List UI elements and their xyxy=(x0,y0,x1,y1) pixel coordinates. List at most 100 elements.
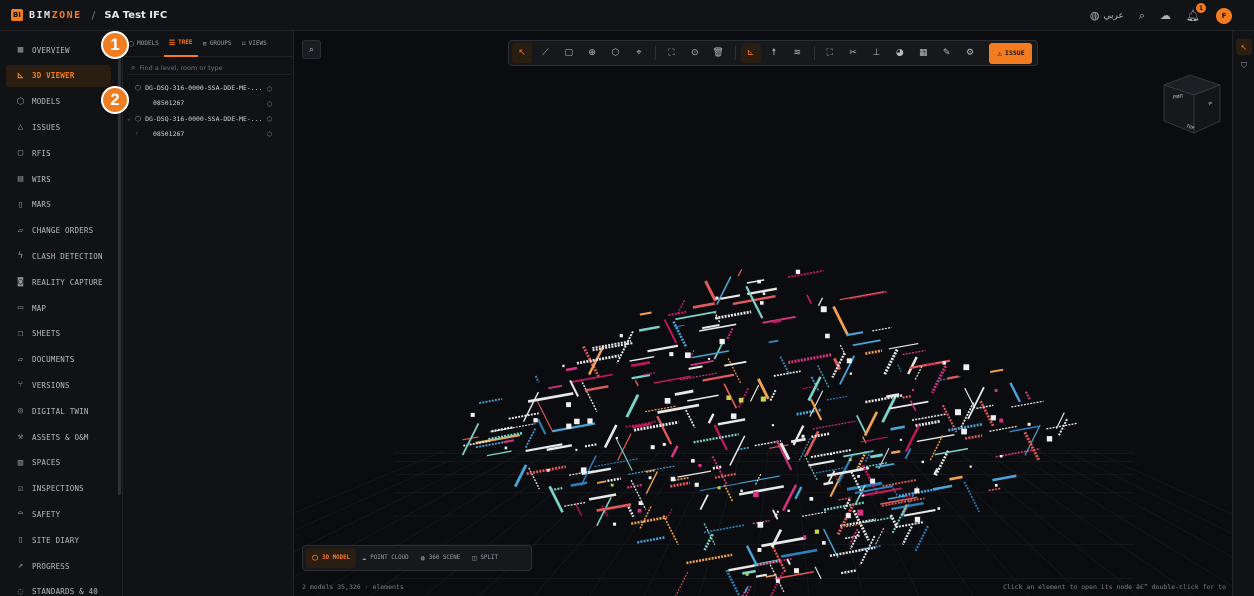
fit-tool-button[interactable]: ⛶ xyxy=(820,43,840,63)
layers-tool-button[interactable]: ≋ xyxy=(787,43,807,63)
section-tool-button[interactable]: ⊥ xyxy=(866,43,886,63)
scissors-tool-button[interactable]: ✂ xyxy=(843,43,863,63)
settings-icon: ⚙ xyxy=(965,48,975,58)
sidebar-item-label: OVERVIEW xyxy=(32,45,70,55)
tab-models[interactable]: ⬡ MODELS xyxy=(123,31,164,57)
crosshair-icon: ⊕ xyxy=(588,48,596,58)
tree-row[interactable]: ⬡ DG-DSQ-316-0000-SSA-DDE-ME-... ◌ xyxy=(123,81,294,95)
sidebar-item-change-orders[interactable]: ▱ CHANGE ORDERS xyxy=(6,220,111,242)
map-icon: ▭ xyxy=(17,303,24,313)
sidebar-item-progress[interactable]: ↗ PROGRESS xyxy=(6,555,111,577)
pin-tool-button[interactable]: ⌖ xyxy=(629,43,649,63)
notifications-button[interactable]: 🔔︎ 1 xyxy=(1186,3,1206,22)
cube-tool-button[interactable]: ⬡ xyxy=(606,43,626,63)
language-toggle[interactable]: ◍ عربي xyxy=(1090,9,1124,22)
crosshair-tool-button[interactable]: ⊕ xyxy=(582,43,602,63)
tree-row-label: DG-DSQ-316-0000-SSA-DDE-ME-... xyxy=(145,114,263,123)
building-icon: ▥ xyxy=(17,457,24,468)
sidebar-item-sheets[interactable]: ❐ SHEETS xyxy=(6,323,111,345)
step-marker-1: 1 xyxy=(101,31,129,59)
select-tool-button[interactable]: ↖ xyxy=(512,43,532,63)
focus-target-icon[interactable]: ◌ xyxy=(267,84,272,93)
sidebar-item-documents[interactable]: ▱ DOCUMENTS xyxy=(6,349,111,371)
tree-row[interactable]: › 08501267 ◌ xyxy=(123,127,294,141)
chat-icon: ▢ xyxy=(17,148,24,159)
sidebar-item-wirs[interactable]: ▤ WIRS xyxy=(6,168,111,190)
model-scene[interactable] xyxy=(294,31,1232,596)
focus-target-icon[interactable]: ◌ xyxy=(267,114,272,123)
sidebar-item-3d-viewer[interactable]: ⊾ 3D VIEWER xyxy=(6,64,111,87)
sidebar-item-map[interactable]: ▭ MAP xyxy=(6,297,111,319)
tree-row-label: DG-DSQ-316-0000-SSA-DDE-ME-... xyxy=(145,84,263,92)
cloud-icon: ☁ xyxy=(362,554,367,562)
sidebar-item-versions[interactable]: ⑂ VERSIONS xyxy=(6,374,111,396)
sidebar-item-label: INSPECTIONS xyxy=(32,484,84,494)
mep-network[interactable] xyxy=(461,269,1078,596)
mode-360-scene[interactable]: ◍ 360 SCENE xyxy=(415,548,467,568)
sidebar-item-rfis[interactable]: ▢ RFIS xyxy=(6,142,111,164)
axes-tool-button[interactable]: ⊾ xyxy=(740,43,761,63)
mode-point-cloud[interactable]: ☁ POINT CLOUD xyxy=(356,548,415,568)
mode-3d-model[interactable]: ⬡ 3D MODEL xyxy=(306,548,357,568)
logo[interactable]: BI BIMZONE xyxy=(11,9,82,21)
settings-tool-button[interactable]: ⚙ xyxy=(960,43,980,63)
sidebar-item-inspections[interactable]: ☑ INSPECTIONS xyxy=(6,478,111,500)
box-tool-button[interactable]: ▢ xyxy=(559,43,579,63)
view-cube[interactable]: FRNT R TOP xyxy=(1160,71,1224,135)
tree-search-input[interactable] xyxy=(139,63,280,72)
warning-icon: △ xyxy=(17,122,24,133)
lightning-icon: ϟ xyxy=(17,251,24,262)
chevron-icon[interactable]: › xyxy=(135,130,143,137)
tree-search: ⌕ xyxy=(127,61,290,75)
sidebar-item-mars[interactable]: ▯ MARS xyxy=(6,194,111,216)
tab-tree[interactable]: ☰ TREE xyxy=(163,31,198,57)
tree-row[interactable]: 08501267 ◌ xyxy=(123,96,294,110)
sidebar-item-models[interactable]: ⬡ MODELS xyxy=(6,91,111,113)
sidebar-item-standards-40[interactable]: ◌ STANDARDS & 40 xyxy=(6,581,111,596)
tree-row[interactable]: ⌄ ⬡ DG-DSQ-316-0000-SSA-DDE-ME-... ◌ xyxy=(123,112,294,126)
sidebar-item-clash-detection[interactable]: ϟ CLASH DETECTION xyxy=(6,245,111,267)
tab-groups[interactable]: ≋ GROUPS xyxy=(198,31,237,57)
3d-viewport[interactable]: ⌕ ↖ ⟋ ▢ ⊕ ⬡ ⌖ ⛶ ⊙ 🗑 ⊾ ☨ ≋ ⛶ ✂ ⊥ ◕ ▦ ✎ ⚙ ⚠ ISSUE FRNT R TOP ⬡… xyxy=(294,31,1232,596)
sidebar-item-label: SITE DIARY xyxy=(32,535,80,545)
sidebar-item-spaces[interactable]: ▥ SPACES xyxy=(6,452,111,474)
rail-select-button[interactable]: ↖ xyxy=(1236,39,1252,55)
upload-button[interactable]: ☁ xyxy=(1160,9,1171,22)
tab-views[interactable]: ⌑ VIEWS xyxy=(236,31,271,57)
grid-icon: ▦ xyxy=(17,45,24,55)
rail-shield-button[interactable]: ⛉ xyxy=(1236,58,1252,74)
avatar[interactable]: F xyxy=(1216,7,1232,24)
sidebar-item-safety[interactable]: ⌓ SAFETY xyxy=(6,503,111,525)
sidebar-item-issues[interactable]: △ ISSUES xyxy=(6,116,111,138)
walk-tool-button[interactable]: ☨ xyxy=(764,43,784,63)
location-tool-button[interactable]: ⊙ xyxy=(685,43,705,63)
language-label: عربي xyxy=(1103,10,1124,21)
sidebar-item-reality-capture[interactable]: ◙ REALITY CAPTURE xyxy=(6,271,111,293)
mode-split[interactable]: ◫ SPLIT xyxy=(466,548,504,568)
create-issue-button[interactable]: ⚠ ISSUE xyxy=(989,42,1033,64)
hardhat-icon: ⌓ xyxy=(17,509,24,520)
focus-target-icon[interactable]: ◌ xyxy=(267,129,272,138)
chevron-icon[interactable]: ⌄ xyxy=(127,115,135,122)
box-icon: ▢ xyxy=(564,48,574,58)
measure-tool-button[interactable]: ⟋ xyxy=(535,43,555,63)
viewer-hint: Click an element to open its node â€” do… xyxy=(1002,583,1226,591)
breadcrumb-separator: / xyxy=(91,8,96,22)
search-button[interactable]: ⌕ xyxy=(1139,9,1145,23)
trash-tool-button[interactable]: 🗑 xyxy=(708,43,728,63)
frame-tool-button[interactable]: ⛶ xyxy=(661,43,681,63)
focus-target-icon[interactable]: ◌ xyxy=(267,99,272,108)
sidebar-item-label: MAP xyxy=(32,303,47,313)
sidebar-item-site-diary[interactable]: ▯ SITE DIARY xyxy=(6,529,111,551)
tab-label: MODELS xyxy=(137,40,159,47)
project-name[interactable]: SA Test IFC xyxy=(104,10,167,21)
sidebar-item-overview[interactable]: ▦ OVERVIEW xyxy=(6,39,111,61)
calendar-tool-button[interactable]: ▦ xyxy=(913,43,933,63)
sidebar-item-label: ISSUES xyxy=(32,122,61,132)
sidebar-item-digital-twin[interactable]: ◎ DIGITAL TWIN xyxy=(6,400,111,422)
viewer-search-button[interactable]: ⌕ xyxy=(302,40,321,59)
pencil-tool-button[interactable]: ✎ xyxy=(937,43,957,63)
palette-tool-button[interactable]: ◕ xyxy=(890,43,910,63)
sidebar-item-assets-o-m[interactable]: ⚒ ASSETS & O&M xyxy=(6,426,111,448)
cube-icon: ⬡ xyxy=(312,554,319,562)
